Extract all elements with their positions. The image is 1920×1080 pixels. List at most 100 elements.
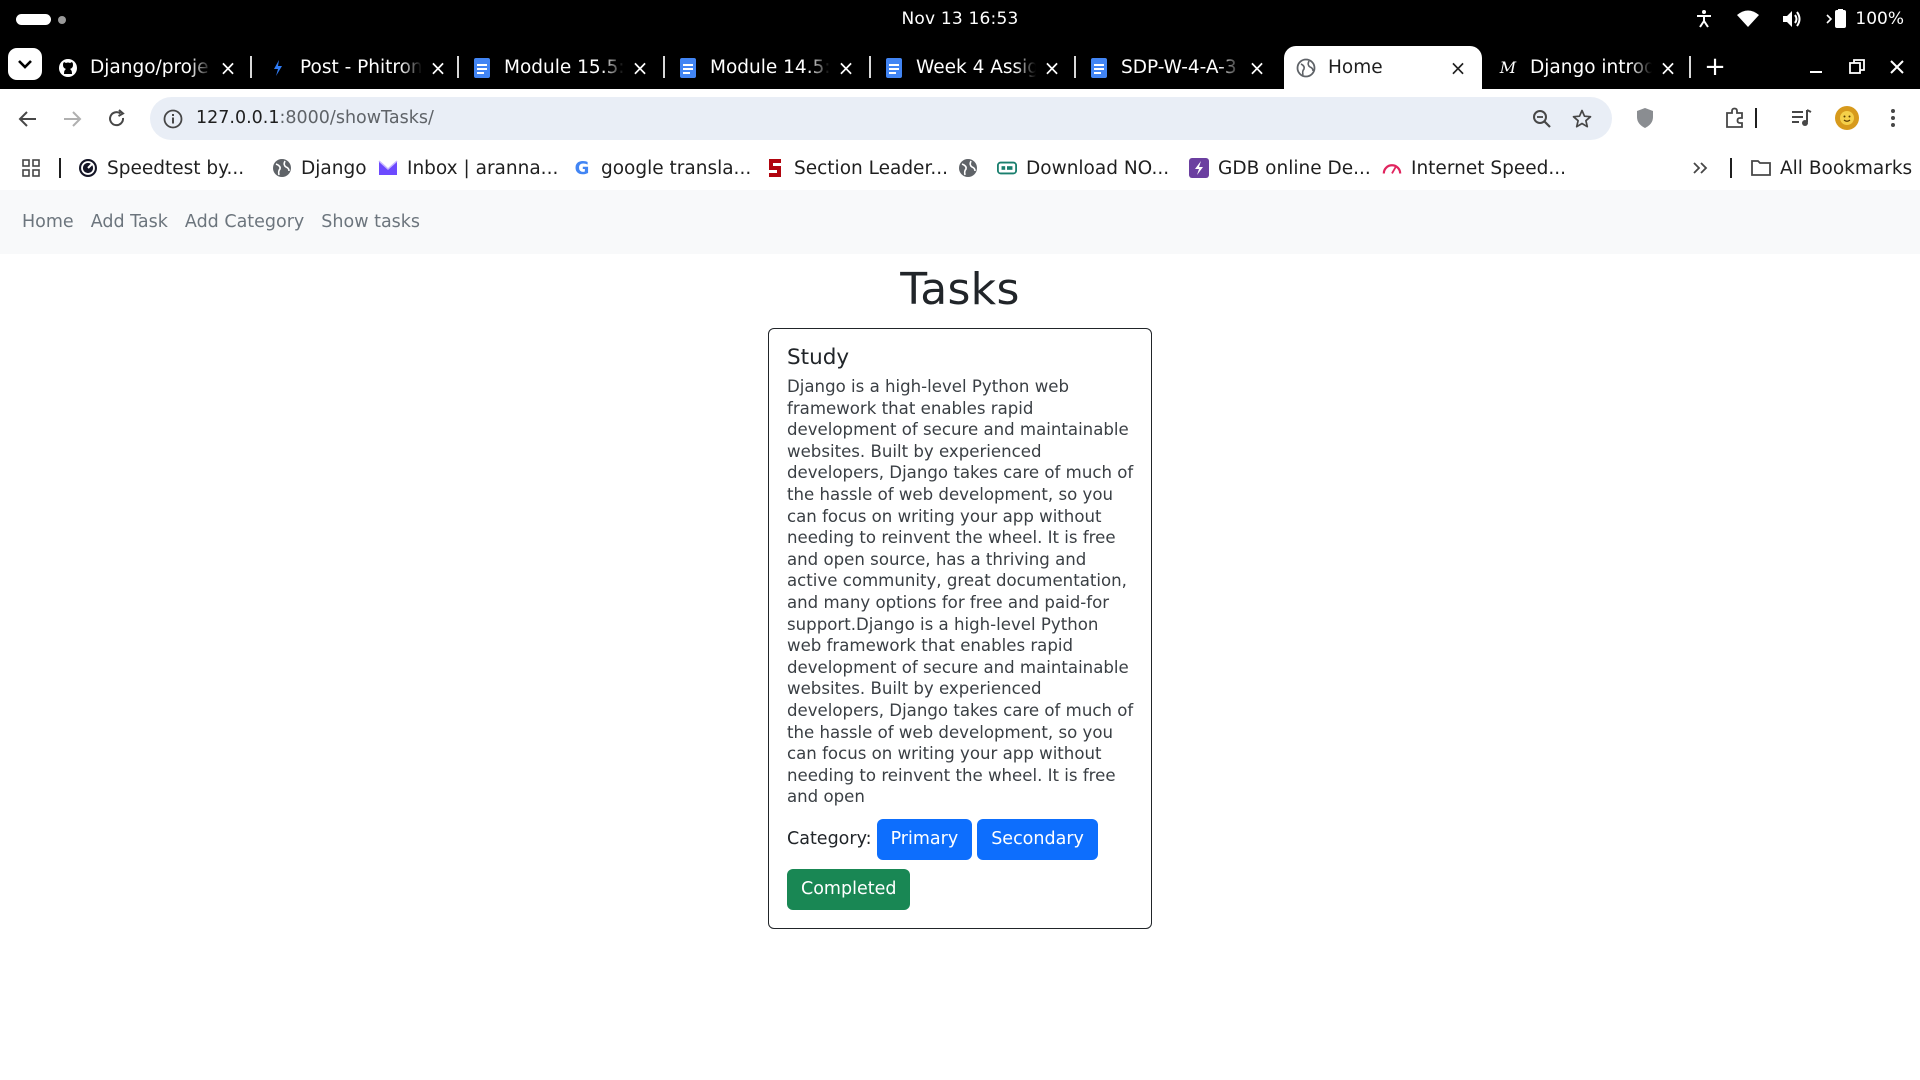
close-window-button[interactable]: [1882, 52, 1912, 82]
tab-search-button[interactable]: [8, 48, 42, 80]
url-text[interactable]: 127.0.0.1:8000/showTasks/: [196, 108, 434, 128]
tab-sdp-w-4-a-3[interactable]: SDP-W-4-A-3 ×: [1089, 46, 1267, 89]
all-bookmarks-button[interactable]: All Bookmarks: [1751, 153, 1912, 183]
arrow-left-icon: [18, 111, 36, 127]
close-tab-icon[interactable]: ×: [1042, 56, 1062, 80]
battery-status[interactable]: 100%: [1825, 9, 1904, 29]
close-tab-icon[interactable]: ×: [428, 56, 448, 80]
google-docs-icon: [884, 57, 904, 78]
bookmark-untitled[interactable]: [958, 153, 987, 183]
media-queue-icon: [1792, 109, 1812, 126]
download-icon: [997, 158, 1017, 178]
bookmark-internet-speed[interactable]: Internet Speed...: [1382, 153, 1566, 183]
url-path: :8000/showTasks/: [279, 108, 434, 128]
google-docs-icon: [678, 57, 698, 78]
site-navbar: Home Add Task Add Category Show tasks: [0, 190, 1920, 254]
close-icon: [1890, 60, 1904, 74]
bookmark-star-icon[interactable]: [1570, 107, 1594, 131]
tab-django-project[interactable]: Django/proje ×: [58, 46, 238, 89]
nav-link-add-category[interactable]: Add Category: [185, 212, 304, 232]
globe-icon: [958, 158, 978, 178]
proton-mail-icon: [378, 158, 398, 178]
browser-toolbar: 127.0.0.1:8000/showTasks/: [0, 89, 1920, 148]
google-docs-icon: [472, 57, 492, 78]
chevron-double-right-icon: [1693, 162, 1708, 174]
kebab-menu-icon: [1891, 109, 1895, 127]
battery-icon: [1826, 9, 1847, 28]
category-badge-secondary[interactable]: Secondary: [977, 818, 1098, 860]
system-clock[interactable]: Nov 13 16:53: [0, 9, 1920, 29]
bookmarks-bar: Speedtest by... Django Inbox | aranna...…: [0, 148, 1920, 190]
speedtest-icon: [78, 158, 98, 178]
reload-icon: [109, 109, 125, 127]
task-categories: Category: Primary Secondary: [787, 818, 1134, 860]
category-label: Category:: [787, 829, 872, 850]
system-top-bar: Nov 13 16:53 100%: [0, 0, 1920, 40]
phitron-icon: [268, 58, 288, 78]
battery-percent: 100%: [1855, 9, 1904, 29]
close-tab-icon[interactable]: ×: [1448, 56, 1468, 80]
google-icon: G: [574, 157, 590, 179]
medium-icon: M: [1499, 58, 1517, 77]
bookmark-section-leader[interactable]: Section Leader...: [765, 153, 948, 183]
page-viewport: Home Add Task Add Category Show tasks Ta…: [0, 190, 1920, 1080]
close-tab-icon[interactable]: ×: [1658, 56, 1678, 80]
wifi-icon[interactable]: [1737, 8, 1760, 30]
forward-button[interactable]: [55, 102, 89, 136]
restore-window-button[interactable]: [1842, 52, 1872, 82]
profile-avatar-button[interactable]: [1832, 103, 1862, 133]
minimize-window-button[interactable]: [1801, 52, 1831, 82]
extension-shield-button[interactable]: [1630, 103, 1660, 133]
bookmark-speedtest[interactable]: Speedtest by...: [78, 153, 244, 183]
stanford-icon: [765, 158, 785, 178]
status-completed-button[interactable]: Completed: [787, 868, 911, 910]
bookmark-django[interactable]: Django: [272, 153, 367, 183]
google-docs-icon: [1089, 57, 1109, 78]
chevron-down-icon: [18, 60, 32, 69]
apps-button[interactable]: [22, 153, 40, 183]
media-controls-button[interactable]: [1786, 103, 1816, 133]
new-tab-button[interactable]: +: [1700, 52, 1730, 82]
more-bookmarks-button[interactable]: [1692, 153, 1708, 183]
tab-django-intro[interactable]: M Django introd ×: [1498, 46, 1678, 89]
restore-icon: [1849, 59, 1865, 74]
close-tab-icon[interactable]: ×: [836, 56, 856, 80]
tab-week-4-assignment[interactable]: Week 4 Assign ×: [884, 46, 1062, 89]
close-tab-icon[interactable]: ×: [630, 56, 650, 80]
extensions-button[interactable]: [1720, 103, 1750, 133]
tab-home[interactable]: Home ×: [1284, 46, 1482, 89]
address-bar[interactable]: 127.0.0.1:8000/showTasks/: [150, 97, 1612, 140]
arrow-right-icon: [64, 111, 82, 127]
shield-icon: [1637, 108, 1653, 128]
tab-module-14-5[interactable]: Module 14.5: ×: [678, 46, 856, 89]
close-tab-icon[interactable]: ×: [1247, 56, 1267, 80]
globe-icon: [272, 158, 292, 178]
close-tab-icon[interactable]: ×: [218, 56, 238, 80]
bookmark-inbox[interactable]: Inbox | aranna...: [378, 153, 558, 183]
url-host: 127.0.0.1: [196, 108, 280, 128]
zoom-icon[interactable]: [1530, 107, 1554, 131]
tab-module-15-5[interactable]: Module 15.5: ×: [472, 46, 650, 89]
category-badge-primary[interactable]: Primary: [876, 818, 973, 860]
nav-link-show-tasks[interactable]: Show tasks: [321, 212, 420, 232]
nav-link-home[interactable]: Home: [22, 212, 74, 232]
site-info-icon[interactable]: [162, 108, 184, 130]
volume-icon[interactable]: [1781, 8, 1803, 30]
reload-button[interactable]: [100, 102, 134, 136]
github-icon: [58, 58, 78, 78]
avatar: [1835, 106, 1859, 130]
task-description: Django is a high-level Python web framew…: [787, 377, 1134, 807]
page-title: Tasks: [900, 264, 1020, 315]
tab-post-phitron[interactable]: Post - Phitron ×: [268, 46, 448, 89]
nav-link-add-task[interactable]: Add Task: [91, 212, 168, 232]
back-button[interactable]: [11, 102, 45, 136]
browser-menu-button[interactable]: [1878, 103, 1908, 133]
accessibility-icon[interactable]: [1693, 8, 1715, 30]
bookmark-download[interactable]: Download NO...: [997, 153, 1169, 183]
task-card: Study Django is a high-level Python web …: [768, 328, 1152, 929]
bookmark-google-translate[interactable]: G google transla...: [572, 153, 752, 183]
minimize-icon: [1810, 71, 1822, 73]
globe-icon: [1296, 58, 1316, 78]
puzzle-icon: [1726, 107, 1743, 128]
bookmark-gdb-online[interactable]: GDB online De...: [1189, 153, 1371, 183]
